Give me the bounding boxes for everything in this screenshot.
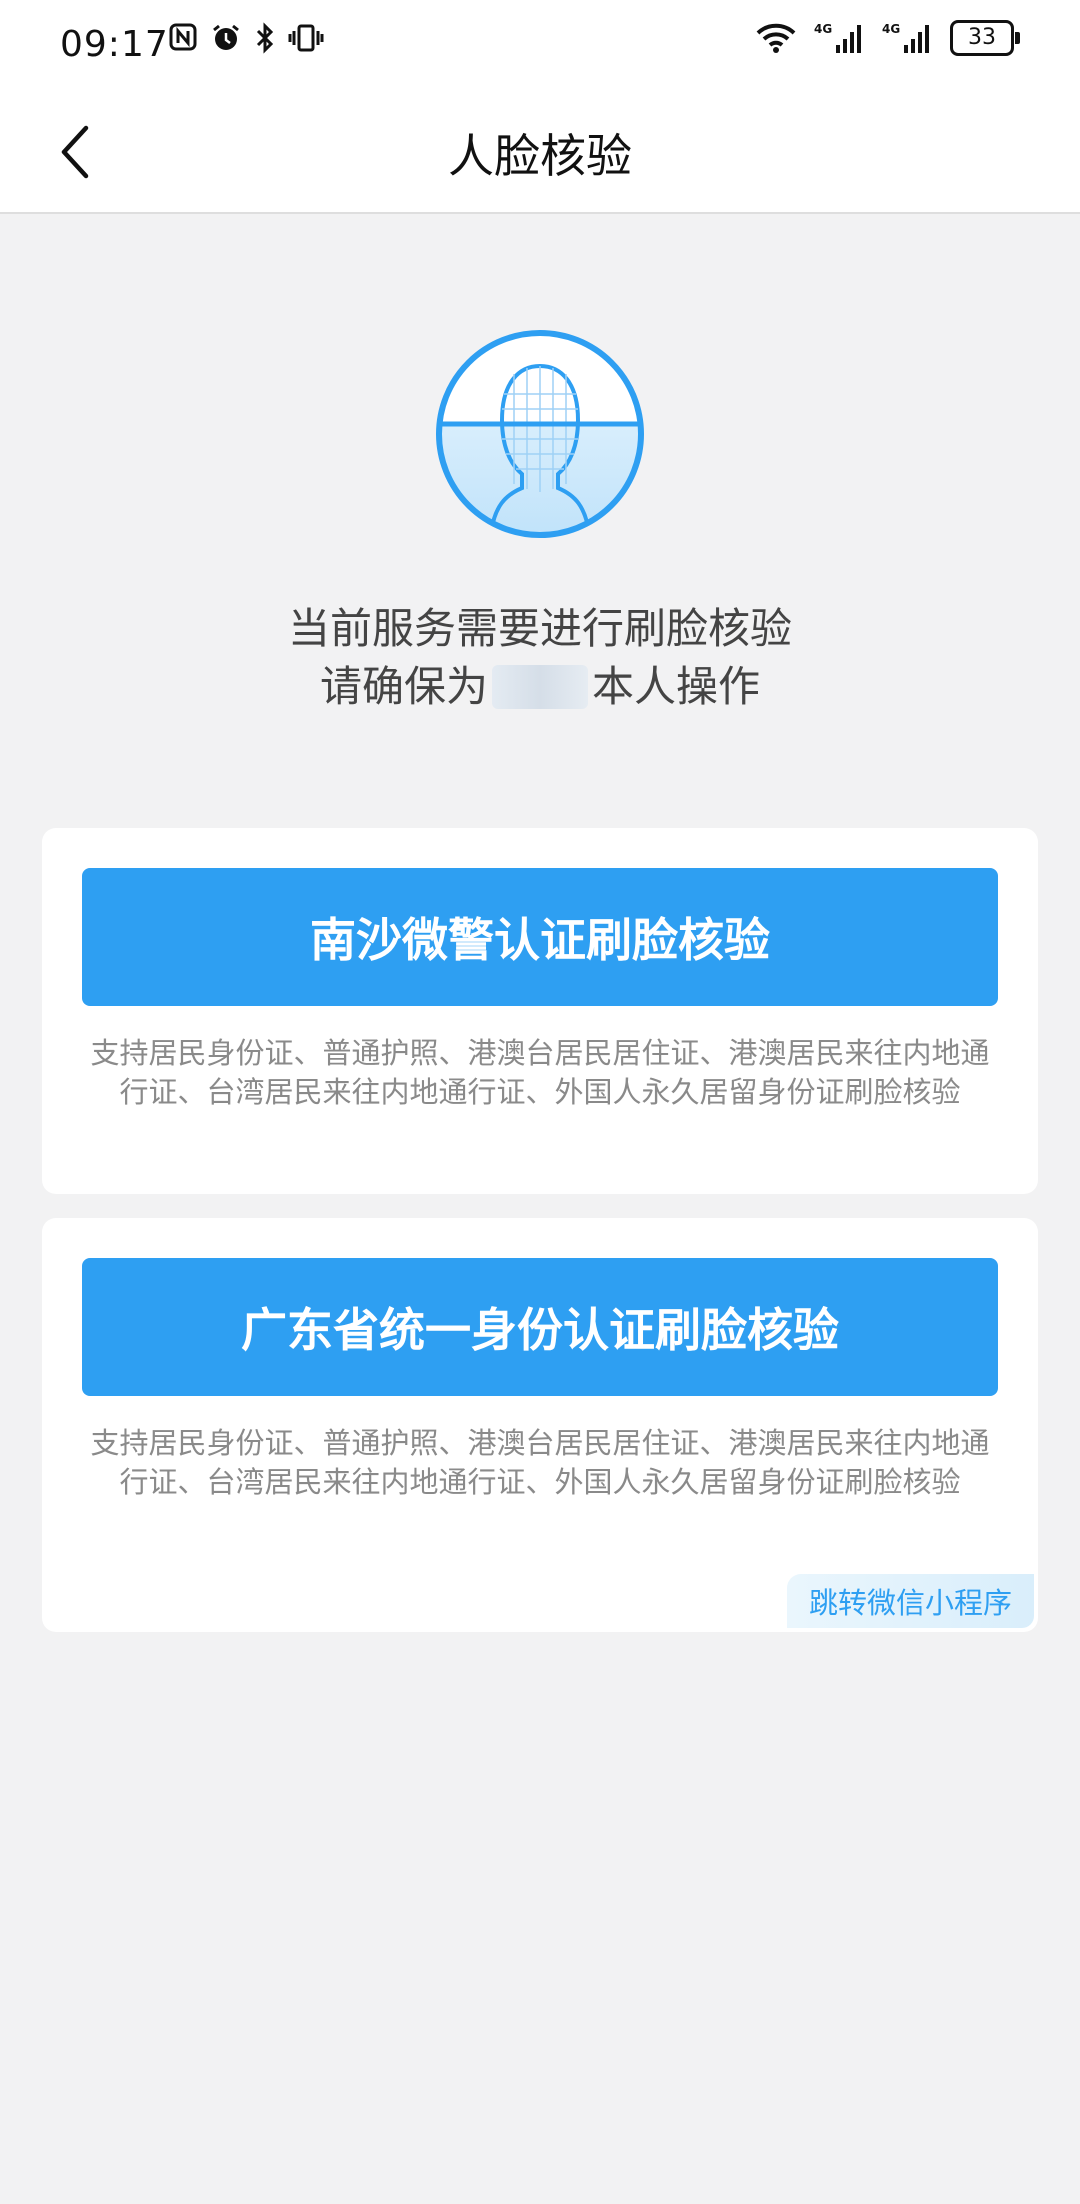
bluetooth-icon <box>254 22 276 62</box>
svg-text:4G: 4G <box>882 22 900 36</box>
battery-indicator: 33 <box>950 20 1020 56</box>
status-bar: 09:17 4G 4G 33 <box>0 0 1080 90</box>
signal-icon-sim1: 4G <box>814 21 864 55</box>
masked-name <box>492 665 588 709</box>
option-card: 南沙微警认证刷脸核验 支持居民身份证、普通护照、港澳台居民居住证、港澳居民来往内… <box>42 828 1038 1194</box>
option-description: 支持居民身份证、普通护照、港澳台居民居住证、港澳居民来往内地通行证、台湾居民来往… <box>90 1036 990 1109</box>
status-time: 09:17 <box>60 24 169 65</box>
face-scan-icon <box>430 324 650 544</box>
vibrate-icon <box>288 22 324 62</box>
notice-line-1: 当前服务需要进行刷脸核验 <box>287 604 792 653</box>
notice-line-2: 请确保为 本人操作 <box>0 658 1080 716</box>
wifi-icon <box>756 22 796 54</box>
notice-line-2-prefix: 请确保为 <box>319 662 488 711</box>
verification-notice: 当前服务需要进行刷脸核验 请确保为 本人操作 <box>0 600 1080 716</box>
nav-bar: 人脸核验 <box>0 90 1080 214</box>
alarm-icon <box>210 22 242 62</box>
status-left-icons <box>168 22 324 62</box>
option-card: 广东省统一身份认证刷脸核验 支持居民身份证、普通护照、港澳台居民居住证、港澳居民… <box>42 1218 1038 1632</box>
signal-icon-sim2: 4G <box>882 21 932 55</box>
nansha-verify-button[interactable]: 南沙微警认证刷脸核验 <box>82 868 998 1006</box>
page-title: 人脸核验 <box>448 129 632 183</box>
option-description: 支持居民身份证、普通护照、港澳台居民居住证、港澳居民来往内地通行证、台湾居民来往… <box>90 1426 990 1499</box>
guangdong-verify-button[interactable]: 广东省统一身份认证刷脸核验 <box>82 1258 998 1396</box>
notice-line-2-suffix: 本人操作 <box>592 662 761 711</box>
nfc-icon <box>168 22 198 62</box>
svg-text:4G: 4G <box>814 22 832 36</box>
status-right: 4G 4G 33 <box>756 20 1020 56</box>
wechat-miniprogram-link[interactable]: 跳转微信小程序 <box>786 1574 1034 1628</box>
